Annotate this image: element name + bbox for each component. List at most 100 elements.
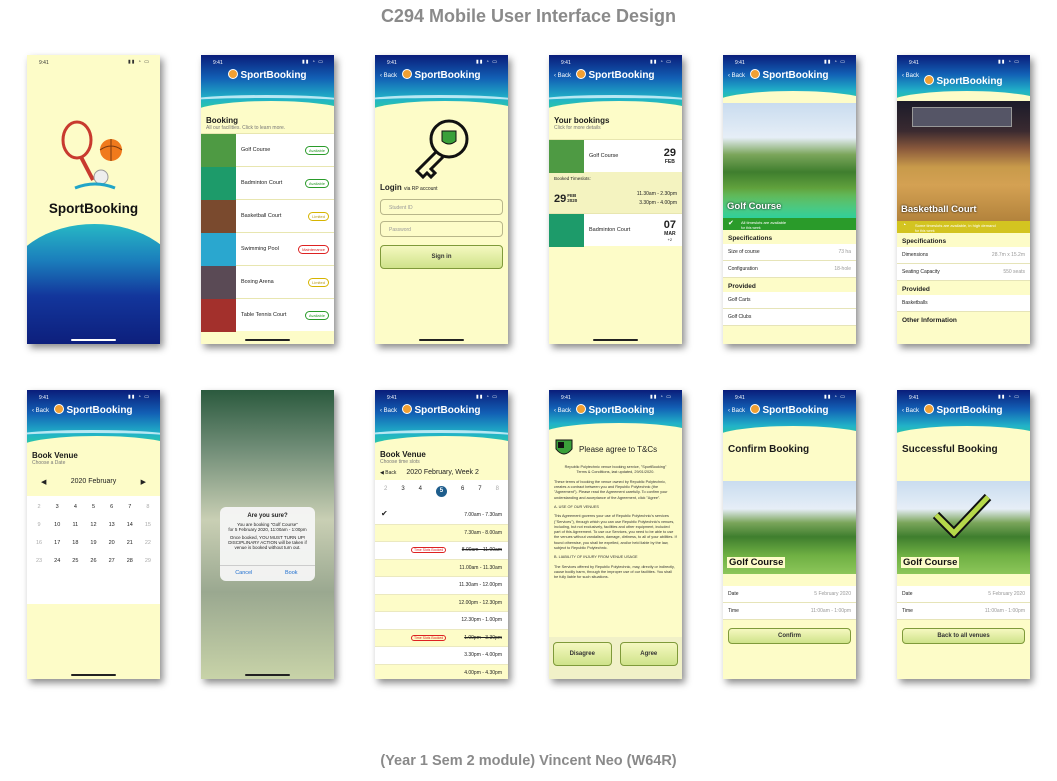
timeslot-row[interactable]: 3.30pm - 4.00pm — [375, 647, 508, 665]
calendar-day[interactable]: 20 — [103, 540, 121, 546]
logo-icon — [924, 75, 935, 85]
date-label: Date — [902, 591, 913, 597]
day-option[interactable]: 7 — [478, 486, 481, 497]
calendar-day[interactable]: 25 — [66, 558, 84, 564]
venue-item[interactable]: Basketball Court Limited — [201, 199, 334, 233]
timeslot-row[interactable]: 11.30am - 12.00pm — [375, 577, 508, 595]
calendar-day[interactable]: 23 — [30, 558, 48, 564]
next-month-button[interactable]: ▶ — [141, 478, 146, 486]
booking-item[interactable]: Badminton Court 07 MAR +2 — [549, 213, 682, 247]
logo-icon — [750, 404, 761, 414]
timeslot-row: Time Slots Booked 1.00pm - 3.30pm — [375, 629, 508, 647]
calendar-day[interactable]: 13 — [103, 522, 121, 528]
page-title: C294 Mobile User Interface Design — [380, 6, 677, 26]
venue-name: Badminton Court — [241, 180, 283, 186]
status-time: 9:41 — [39, 60, 49, 66]
calendar-day[interactable]: 6 — [103, 504, 121, 510]
timeslots-subtitle: Choose time slots — [380, 459, 420, 465]
calendar-day[interactable]: 14 — [121, 522, 139, 528]
calendar-day[interactable]: 21 — [121, 540, 139, 546]
timeslot-row[interactable]: ✔ 7.00am - 7.30am — [375, 507, 508, 525]
back-to-venues-button[interactable]: Back to all venues — [902, 628, 1025, 644]
status-badge: Available — [304, 310, 329, 320]
venue-thumbnail — [201, 232, 236, 266]
book-button[interactable]: Book — [268, 566, 316, 581]
venue-name: Golf Course — [727, 201, 782, 212]
back-week-button[interactable]: ◀ Back — [380, 470, 396, 476]
phone-terms: 9:41 ▮▮ ◔ ▭ ‹ Back SportBooking Please ag… — [549, 390, 682, 679]
calendar-day[interactable]: 11 — [66, 522, 84, 528]
availability-banner: ◔ Some timeslots are available, in high d… — [897, 221, 1030, 233]
venue-item[interactable]: Golf Course Available — [201, 133, 334, 167]
logo-icon — [576, 404, 587, 414]
timeslot-row[interactable]: 12.30pm - 1.00pm — [375, 612, 508, 630]
calendar-day[interactable]: 26 — [84, 558, 102, 564]
timeslot-label: 1.00pm - 3.30pm — [464, 634, 502, 641]
calendar-day[interactable]: 19 — [84, 540, 102, 546]
booking-item[interactable]: Golf Course 29 FEB — [549, 139, 682, 173]
logo-icon — [402, 404, 413, 414]
calendar-day[interactable]: 24 — [48, 558, 66, 564]
calendar-day[interactable]: 9 — [30, 522, 48, 528]
brand-name: SportBooking — [240, 70, 307, 81]
calendar-day[interactable]: 27 — [103, 558, 121, 564]
calendar-day[interactable]: 8 — [139, 504, 157, 510]
prev-month-button[interactable]: ◀ — [41, 478, 46, 486]
student-id-input[interactable]: Student ID — [380, 199, 503, 215]
terms-heading: B. LIABILITY OF INJURY FROM VENUE USAGE — [554, 555, 638, 560]
agree-button[interactable]: Agree — [619, 642, 678, 666]
timeslot-row[interactable]: 11.00am - 11.30am — [375, 559, 508, 577]
checkmark-icon — [932, 493, 992, 538]
venue-name: Basketball Court — [241, 213, 282, 219]
confirm-button[interactable]: Confirm — [728, 628, 851, 644]
spec-label: Configuration — [728, 266, 758, 272]
booking-month: FEB — [664, 159, 675, 165]
provided-item: Golf Carts — [723, 292, 856, 309]
day-option[interactable]: 2 — [384, 486, 387, 497]
calendar-day[interactable]: 2 — [30, 504, 48, 510]
venue-item[interactable]: Badminton Court Available — [201, 166, 334, 200]
sports-equipment-icon — [61, 120, 123, 190]
calendar-day[interactable]: 3 — [48, 504, 66, 510]
venue-name: Basketball Court — [901, 204, 977, 215]
provided-label: Golf Carts — [728, 297, 751, 303]
calendar-day[interactable]: 18 — [66, 540, 84, 546]
status-badge: Available — [304, 145, 329, 155]
phone-your-bookings: 9:41 ▮▮ ◔ ▭ ‹ Back SportBooking Your book… — [549, 55, 682, 344]
timeslot-label: 11.00am - 11.30am — [459, 564, 502, 571]
calendar-day[interactable]: 22 — [139, 540, 157, 546]
calendar-day[interactable]: 4 — [66, 504, 84, 510]
terms-intro: Republic Polytechnic venue booking servi… — [564, 465, 667, 475]
calendar-day[interactable]: 15 — [139, 522, 157, 528]
terms-paragraph: The Services offered by Republic Polytec… — [554, 564, 675, 580]
timeslot-row[interactable]: 7.30am - 8.00am — [375, 524, 508, 542]
calendar-day[interactable]: 28 — [121, 558, 139, 564]
calendar-grid: 2 3 4 5 6 7 8 9 10 11 12 13 14 15 16 17 18 19 20 21 22 23 24 25… — [27, 496, 160, 564]
dialog-title: Are you sure? — [247, 513, 288, 519]
cancel-button[interactable]: Cancel — [220, 566, 268, 581]
calendar-day[interactable]: 29 — [139, 558, 157, 564]
day-option[interactable]: 3 — [401, 486, 404, 497]
venue-item[interactable]: Swimming Pool Maintenance — [201, 232, 334, 266]
logo-icon — [924, 404, 935, 414]
day-option[interactable]: 6 — [461, 486, 464, 497]
calendar-day[interactable]: 12 — [84, 522, 102, 528]
disagree-button[interactable]: Disagree — [553, 642, 612, 666]
venue-item[interactable]: Boxing Arena Limited — [201, 265, 334, 299]
password-input[interactable]: Password — [380, 221, 503, 237]
calendar-day[interactable]: 16 — [30, 540, 48, 546]
day-option[interactable]: 5 — [435, 486, 447, 497]
day-option[interactable]: 4 — [419, 486, 422, 497]
venue-item[interactable]: Table Tennis Court Available — [201, 298, 334, 332]
calendar-day[interactable]: 5 — [84, 504, 102, 510]
calendar-day[interactable]: 7 — [121, 504, 139, 510]
other-info-title: Other Information — [902, 317, 957, 324]
calendar-day[interactable]: 17 — [48, 540, 66, 546]
day-option[interactable]: 8 — [496, 486, 499, 497]
calendar-day[interactable]: 10 — [48, 522, 66, 528]
timeslot-row[interactable]: 4.00pm - 4.30pm — [375, 664, 508, 679]
spec-row: Seating Capacity 550 seats — [897, 264, 1030, 281]
spec-label: Seating Capacity — [902, 269, 940, 275]
sign-in-button[interactable]: Sign in — [380, 245, 503, 269]
timeslot-row[interactable]: 12.00pm - 12.30pm — [375, 594, 508, 612]
